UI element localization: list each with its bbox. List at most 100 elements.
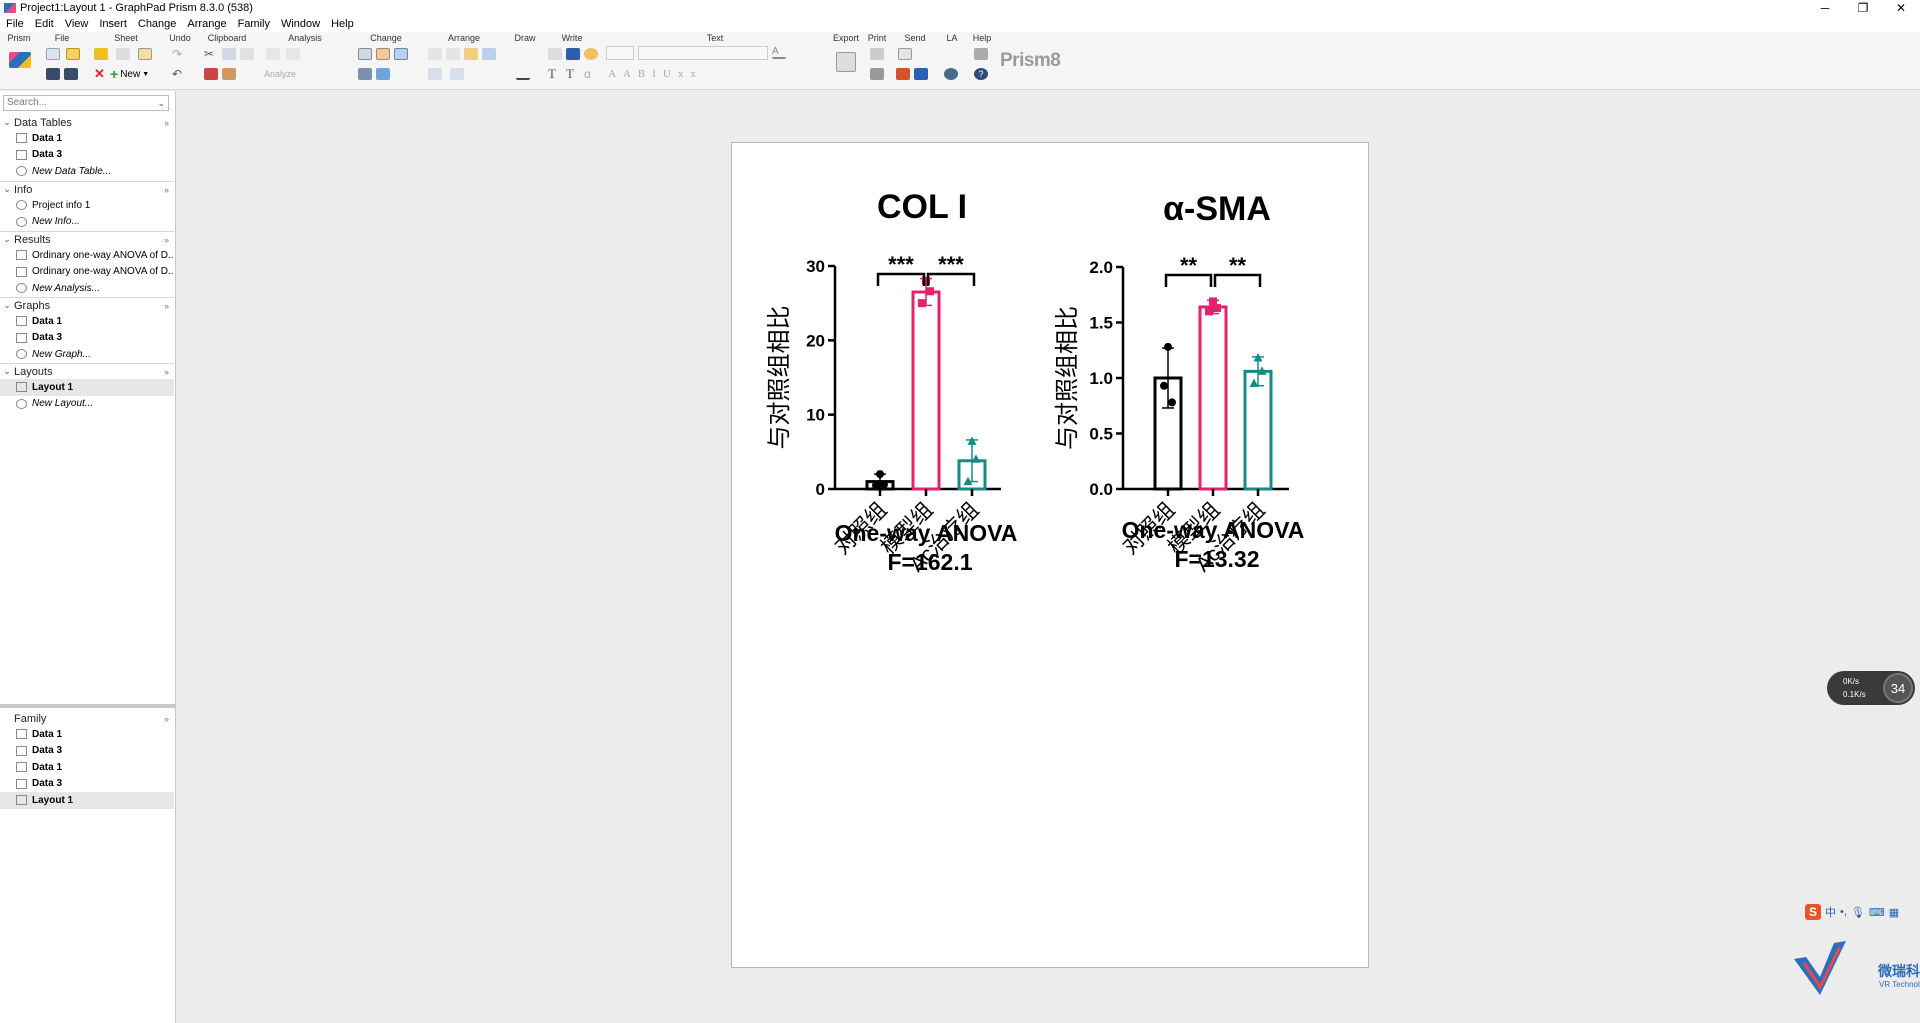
distribute-icon[interactable] (450, 68, 464, 80)
group-icon[interactable] (464, 48, 478, 60)
la-icon[interactable] (944, 68, 958, 80)
nav-item-graph-data-3[interactable]: Data 3 (0, 330, 174, 347)
greek-icon[interactable]: α (584, 68, 598, 80)
menu-window[interactable]: Window (281, 18, 320, 30)
data-point (1164, 342, 1172, 351)
font-color-icon[interactable]: A (772, 47, 786, 59)
collapse-icon[interactable]: » (164, 235, 169, 245)
new-file-icon[interactable] (46, 48, 60, 60)
nav-header-layouts[interactable]: ⌄ Layouts » (0, 364, 174, 379)
nav-new-graph[interactable]: New Graph... (0, 346, 174, 363)
analysis-icon[interactable] (266, 48, 280, 60)
nav-item-result-1[interactable]: Ordinary one-way ANOVA of D... (0, 247, 174, 264)
restore-button[interactable]: ❐ (1844, 0, 1882, 16)
nav-item-layout-1[interactable]: Layout 1 (0, 379, 174, 396)
word-send-icon[interactable] (914, 68, 928, 80)
paste-icon[interactable] (240, 48, 254, 60)
nav-header-data-tables[interactable]: ⌄ Data Tables » (0, 115, 174, 130)
text-box-icon[interactable]: T (566, 67, 580, 80)
menu-view[interactable]: View (65, 18, 89, 30)
sheet-icon[interactable] (116, 48, 130, 60)
nav-new-analysis[interactable]: New Analysis... (0, 280, 174, 297)
change-color-icon[interactable] (394, 48, 408, 60)
delete-icon[interactable] (204, 68, 218, 80)
nav-item-data-3[interactable]: Data 3 (0, 147, 174, 164)
align-icon[interactable] (428, 68, 442, 80)
network-speed-widget[interactable]: 0K/s 0.1K/s 34 (1827, 671, 1915, 705)
help-icon[interactable]: ? (974, 68, 988, 80)
nav-item-result-2[interactable]: Ordinary one-way ANOVA of D... (0, 264, 174, 281)
change-scheme-icon[interactable] (358, 68, 372, 80)
copy-icon[interactable] (222, 48, 236, 60)
text-icon[interactable]: T (548, 67, 562, 80)
delete-sheet-icon[interactable]: ✕ (94, 67, 108, 80)
insert-image-icon[interactable] (584, 48, 598, 60)
family-item-data-3[interactable]: Data 3 (0, 743, 174, 760)
collapse-icon[interactable]: » (164, 118, 169, 128)
menu-arrange[interactable]: Arrange (187, 18, 226, 30)
powerpoint-icon[interactable] (896, 68, 910, 80)
nav-header-results[interactable]: ⌄ Results » (0, 232, 174, 247)
family-item-graph-data-1[interactable]: Data 1 (0, 759, 174, 776)
send-back-icon[interactable] (446, 48, 460, 60)
undo-icon[interactable]: ↶ (172, 68, 186, 80)
nav-new-info[interactable]: New Info... (0, 214, 174, 231)
paste-special-icon[interactable] (222, 68, 236, 80)
open-file-icon[interactable] (66, 48, 80, 60)
save-icon[interactable] (46, 68, 60, 80)
change-graph-type-icon[interactable] (358, 48, 372, 60)
new-sheet-button[interactable]: + New ▼ (110, 66, 149, 82)
collapse-icon[interactable]: » (164, 714, 169, 724)
ribbon-group-label: Clipboard (207, 33, 247, 43)
menu-change[interactable]: Change (138, 18, 177, 30)
font-size-select[interactable] (606, 46, 634, 60)
panel-splitter[interactable] (0, 704, 176, 708)
menu-file[interactable]: File (6, 18, 24, 30)
draw-line-icon[interactable] (516, 68, 530, 80)
change-format-icon[interactable] (376, 48, 390, 60)
minimize-button[interactable]: ─ (1806, 0, 1844, 16)
print-icon[interactable] (870, 48, 884, 60)
menu-edit[interactable]: Edit (35, 18, 54, 30)
nav-header-graphs[interactable]: ⌄ Graphs » (0, 298, 174, 313)
ime-toolbar[interactable]: S 中 •, 🎙 ⌨ ▦ (1805, 902, 1920, 922)
nav-item-project-info[interactable]: Project info 1 (0, 197, 174, 214)
menu-help[interactable]: Help (331, 18, 354, 30)
email-icon[interactable] (898, 48, 912, 60)
bring-front-icon[interactable] (428, 48, 442, 60)
family-item-data-1[interactable]: Data 1 (0, 726, 174, 743)
collapse-icon[interactable]: » (164, 301, 169, 311)
close-button[interactable]: ✕ (1882, 0, 1920, 16)
nav-new-layout[interactable]: New Layout... (0, 396, 174, 413)
prism-home-icon[interactable] (9, 52, 31, 68)
word-icon[interactable] (566, 48, 580, 60)
print-preview-icon[interactable] (870, 68, 884, 80)
menu-insert[interactable]: Insert (99, 18, 127, 30)
save-all-icon[interactable] (64, 68, 78, 80)
ribbon-group-label: LA (946, 33, 958, 43)
insert-table-icon[interactable] (548, 48, 562, 60)
family-item-layout-1[interactable]: Layout 1 (0, 792, 174, 809)
change-magic-icon[interactable] (376, 68, 390, 80)
analysis-params-icon[interactable] (286, 48, 300, 60)
ungroup-icon[interactable] (482, 48, 496, 60)
nav-header-info[interactable]: ⌄ Info » (0, 182, 174, 197)
font-family-select[interactable] (638, 46, 768, 60)
help-topics-icon[interactable] (974, 48, 988, 60)
sheet-color-icon[interactable] (94, 48, 108, 60)
analyze-button[interactable]: Analyze (264, 69, 296, 79)
nav-new-data-table[interactable]: New Data Table... (0, 163, 174, 180)
nav-item-data-1[interactable]: Data 1 (0, 130, 174, 147)
chevron-down-icon[interactable]: ⌄ (157, 96, 165, 110)
collapse-icon[interactable]: » (164, 367, 169, 377)
search-input[interactable]: Search... ⌄ (3, 95, 169, 111)
menu-family[interactable]: Family (238, 18, 270, 30)
layout-page[interactable]: COL I 0 10 20 30 与对照组相比 对照组 模型组 Ac治疗组 *** *** One-w… (731, 142, 1369, 968)
nav-item-graph-data-1[interactable]: Data 1 (0, 313, 174, 330)
sheet-graph-icon[interactable] (138, 48, 152, 60)
cut-icon[interactable]: ✂ (204, 48, 218, 60)
collapse-icon[interactable]: » (164, 185, 169, 195)
family-item-graph-data-3[interactable]: Data 3 (0, 776, 174, 793)
export-icon[interactable] (836, 52, 856, 72)
redo-icon[interactable]: ↷ (172, 48, 186, 60)
